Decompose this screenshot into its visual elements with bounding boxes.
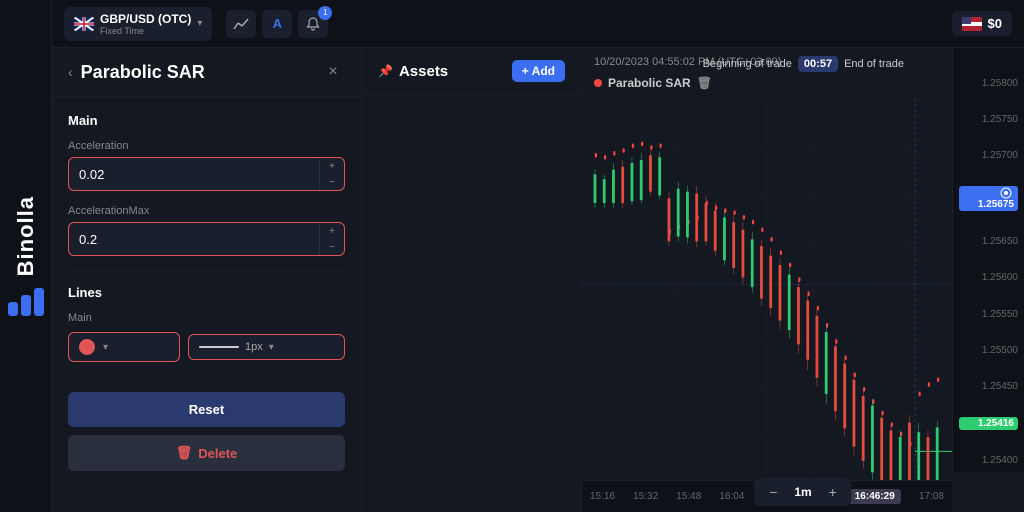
lines-main-label: Main <box>68 312 345 324</box>
line-preview <box>199 346 239 348</box>
trade-timer: 00:57 <box>798 56 838 72</box>
entry-price-badge: 1.25416 <box>959 417 1018 430</box>
price-5: 1.25600 <box>959 272 1018 283</box>
pin-icon: 📌 <box>378 64 393 78</box>
acceleration-max-decrement[interactable]: − <box>320 239 344 255</box>
current-price-badge: 1.25675 <box>959 186 1018 211</box>
title-area: ‹ Parabolic SAR <box>68 62 205 83</box>
time-7: 17:08 <box>919 491 944 502</box>
acceleration-max-spinners: + − <box>319 223 344 255</box>
body-area: ‹ Parabolic SAR × Main Acceleration + − <box>52 48 1024 512</box>
price-6: 1.25550 <box>959 309 1018 320</box>
brand-strip: Binolla <box>0 0 52 512</box>
back-button[interactable]: ‹ <box>68 64 73 80</box>
line-px-label: 1px <box>245 341 263 353</box>
price-2: 1.25750 <box>959 114 1018 125</box>
acceleration-max-increment[interactable]: + <box>320 223 344 239</box>
acceleration-input-row: + − <box>68 157 345 191</box>
reset-button[interactable]: Reset <box>68 392 345 427</box>
time-2: 15:32 <box>633 491 658 502</box>
asset-selector[interactable]: GBP/USD (OTC) Fixed Time ▾ <box>64 7 212 41</box>
price-7: 1.25500 <box>959 345 1018 356</box>
top-bar: GBP/USD (OTC) Fixed Time ▾ A <box>52 0 1024 48</box>
indicator-dot-icon <box>594 79 602 87</box>
timeframe-label: 1m <box>790 485 815 499</box>
main-section-label: Main <box>68 113 345 128</box>
parabolic-sar-panel: ‹ Parabolic SAR × Main Acceleration + − <box>52 48 362 512</box>
asset-name: GBP/USD (OTC) <box>100 12 191 26</box>
color-dot-icon <box>79 339 95 355</box>
acceleration-max-label: AccelerationMax <box>68 205 345 217</box>
price-chart <box>582 98 952 480</box>
delete-label: Delete <box>198 446 237 461</box>
acceleration-max-group: AccelerationMax + − <box>68 205 345 256</box>
gb-flag-icon <box>74 17 94 31</box>
asset-info: GBP/USD (OTC) Fixed Time <box>100 12 191 36</box>
acceleration-max-input[interactable] <box>69 224 319 255</box>
balance-amount: $0 <box>988 16 1002 31</box>
color-selector[interactable]: ▾ <box>68 332 180 362</box>
divider <box>68 270 345 271</box>
time-3: 15:48 <box>676 491 701 502</box>
panel-content: Main Acceleration + − AccelerationMax <box>52 97 361 512</box>
price-8: 1.25450 <box>959 381 1018 392</box>
zoom-in-button[interactable]: + <box>822 481 844 503</box>
delete-icon: 🗑 <box>176 445 193 461</box>
assets-title-area: 📌 Assets <box>378 63 448 80</box>
asset-chevron-icon: ▾ <box>197 18 202 29</box>
balance-selector[interactable]: $0 <box>952 11 1012 36</box>
main-content: GBP/USD (OTC) Fixed Time ▾ A <box>52 0 1024 512</box>
price-4: 1.25650 <box>959 236 1018 247</box>
acceleration-increment[interactable]: + <box>320 158 344 174</box>
chart-area: 10/20/2023 04:55:02 PM (UTC+03:00) Parab… <box>582 48 1024 512</box>
lines-section-label: Lines <box>68 285 345 300</box>
acceleration-spinners: + − <box>319 158 344 190</box>
acceleration-decrement[interactable]: − <box>320 174 344 190</box>
time-controls: − 1m + <box>754 478 851 506</box>
price-1: 1.25800 <box>959 78 1018 89</box>
assets-panel: 📌 Assets + Add <box>362 48 582 512</box>
alerts-button[interactable]: 1 <box>298 10 328 38</box>
trade-beginning-label: Beginning of trade <box>703 58 792 70</box>
current-time-badge: 16:46:29 <box>849 489 901 504</box>
trade-end-label: End of trade <box>844 58 904 70</box>
price-scale: 1.25800 1.25750 1.25700 1.25675 1.25650 … <box>952 48 1024 472</box>
panel-title: Parabolic SAR <box>81 62 205 83</box>
indicators-button[interactable] <box>226 10 256 38</box>
color-chevron-icon: ▾ <box>103 342 108 353</box>
indicator-delete-icon[interactable]: 🗑 <box>697 76 712 90</box>
assets-title: Assets <box>399 63 448 80</box>
acceleration-group: Acceleration + − <box>68 140 345 191</box>
strategy-button[interactable]: A <box>262 10 292 38</box>
top-bar-icons: A 1 <box>226 10 328 38</box>
add-asset-button[interactable]: + Add <box>512 60 565 82</box>
assets-header: 📌 Assets + Add <box>362 48 581 95</box>
asset-type: Fixed Time <box>100 26 191 36</box>
acceleration-input[interactable] <box>69 159 319 190</box>
assets-list <box>362 95 581 512</box>
trade-info: Beginning of trade 00:57 End of trade <box>703 56 904 72</box>
indicator-name: Parabolic SAR <box>608 76 691 90</box>
zoom-out-button[interactable]: − <box>762 481 784 503</box>
line-style-chevron-icon: ▾ <box>269 342 274 353</box>
time-4: 16:04 <box>719 491 744 502</box>
notification-badge: 1 <box>318 6 332 20</box>
time-1: 15:16 <box>590 491 615 502</box>
brand-logo-icon <box>8 288 44 316</box>
price-9: 1.25400 <box>959 455 1018 466</box>
delete-button[interactable]: 🗑 Delete <box>68 435 345 471</box>
close-panel-button[interactable]: × <box>321 60 345 84</box>
panel-header: ‹ Parabolic SAR × <box>52 48 361 97</box>
chart-indicator-label: Parabolic SAR 🗑 <box>594 76 712 90</box>
price-3: 1.25700 <box>959 150 1018 161</box>
acceleration-max-input-row: + − <box>68 222 345 256</box>
line-style-selector[interactable]: 1px ▾ <box>188 334 345 360</box>
brand-name: Binolla <box>13 196 39 276</box>
acceleration-label: Acceleration <box>68 140 345 152</box>
